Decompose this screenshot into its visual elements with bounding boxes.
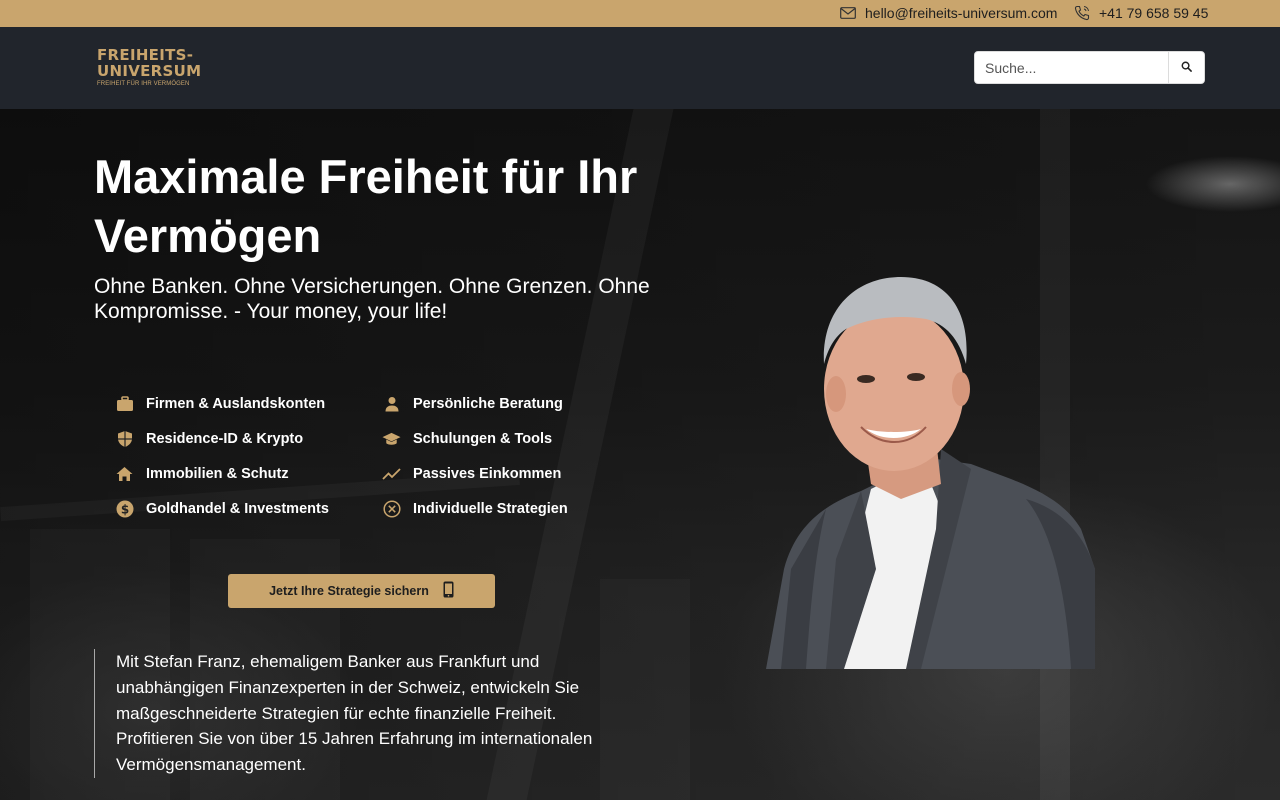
circle-x-icon <box>382 499 401 518</box>
house-icon <box>115 464 134 483</box>
shield-icon <box>115 429 134 448</box>
hero-subtitle: Ohne Banken. Ohne Versicherungen. Ohne G… <box>94 275 650 323</box>
feature-label: Persönliche Beratung <box>413 395 563 412</box>
search-box <box>974 51 1205 84</box>
portrait-image <box>766 277 1095 669</box>
phone-icon <box>1074 5 1090 21</box>
feature-label: Residence-ID & Krypto <box>146 430 304 447</box>
feature-label: Immobilien & Schutz <box>146 465 289 482</box>
search-button[interactable] <box>1168 52 1204 83</box>
logo-line-1: FREIHEITS- <box>97 46 194 64</box>
search-icon <box>1181 60 1192 75</box>
trend-icon <box>382 464 401 483</box>
feature-label: Firmen & Auslandskonten <box>146 395 326 412</box>
logo-line-2: UNIVERSUM <box>97 62 202 80</box>
phone-link[interactable]: +41 79 658 59 45 <box>1074 5 1208 21</box>
briefcase-icon <box>115 394 134 413</box>
feature-label: Schulungen & Tools <box>413 430 553 447</box>
feature-label: Individuelle Strategien <box>413 500 568 517</box>
feature-item: Individuelle Strategien <box>382 499 568 518</box>
dollar-coin-icon: $ <box>115 499 134 518</box>
phone-text: +41 79 658 59 45 <box>1099 5 1209 21</box>
feature-label: Goldhandel & Investments <box>146 500 329 517</box>
feature-item: $ Goldhandel & Investments <box>115 499 329 518</box>
feature-item: Persönliche Beratung <box>382 394 563 413</box>
feature-item: Immobilien & Schutz <box>115 464 289 483</box>
feature-item: Passives Einkommen <box>382 464 561 483</box>
svg-text:$: $ <box>120 502 128 516</box>
cta-label: Jetzt Ihre Strategie sichern <box>269 584 429 598</box>
top-contact-bar: hello@freiheits-universum.com +41 79 658… <box>0 0 1280 27</box>
hero-title: Maximale Freiheit für Ihr Vermögen <box>94 150 638 262</box>
mail-icon <box>840 7 856 19</box>
site-logo[interactable]: FREIHEITS- UNIVERSUM FREIHEIT FÜR IHR VE… <box>97 47 207 91</box>
hero-description: Mit Stefan Franz, ehemaligem Banker aus … <box>94 649 614 778</box>
graduation-cap-icon <box>382 429 401 448</box>
person-icon <box>382 394 401 413</box>
site-header: FREIHEITS- UNIVERSUM FREIHEIT FÜR IHR VE… <box>0 27 1280 109</box>
email-text: hello@freiheits-universum.com <box>865 5 1058 21</box>
feature-item: Schulungen & Tools <box>382 429 552 448</box>
search-input[interactable] <box>975 52 1168 83</box>
cta-button[interactable]: Jetzt Ihre Strategie sichern <box>228 574 495 608</box>
smartphone-icon <box>443 581 454 601</box>
feature-item: Firmen & Auslandskonten <box>115 394 325 413</box>
email-link[interactable]: hello@freiheits-universum.com <box>840 5 1057 21</box>
logo-tagline: FREIHEIT FÜR IHR VERMÖGEN <box>97 81 190 87</box>
feature-item: Residence-ID & Krypto <box>115 429 303 448</box>
hero-section: Maximale Freiheit für Ihr Vermögen Ohne … <box>0 109 1280 800</box>
feature-label: Passives Einkommen <box>413 465 562 482</box>
